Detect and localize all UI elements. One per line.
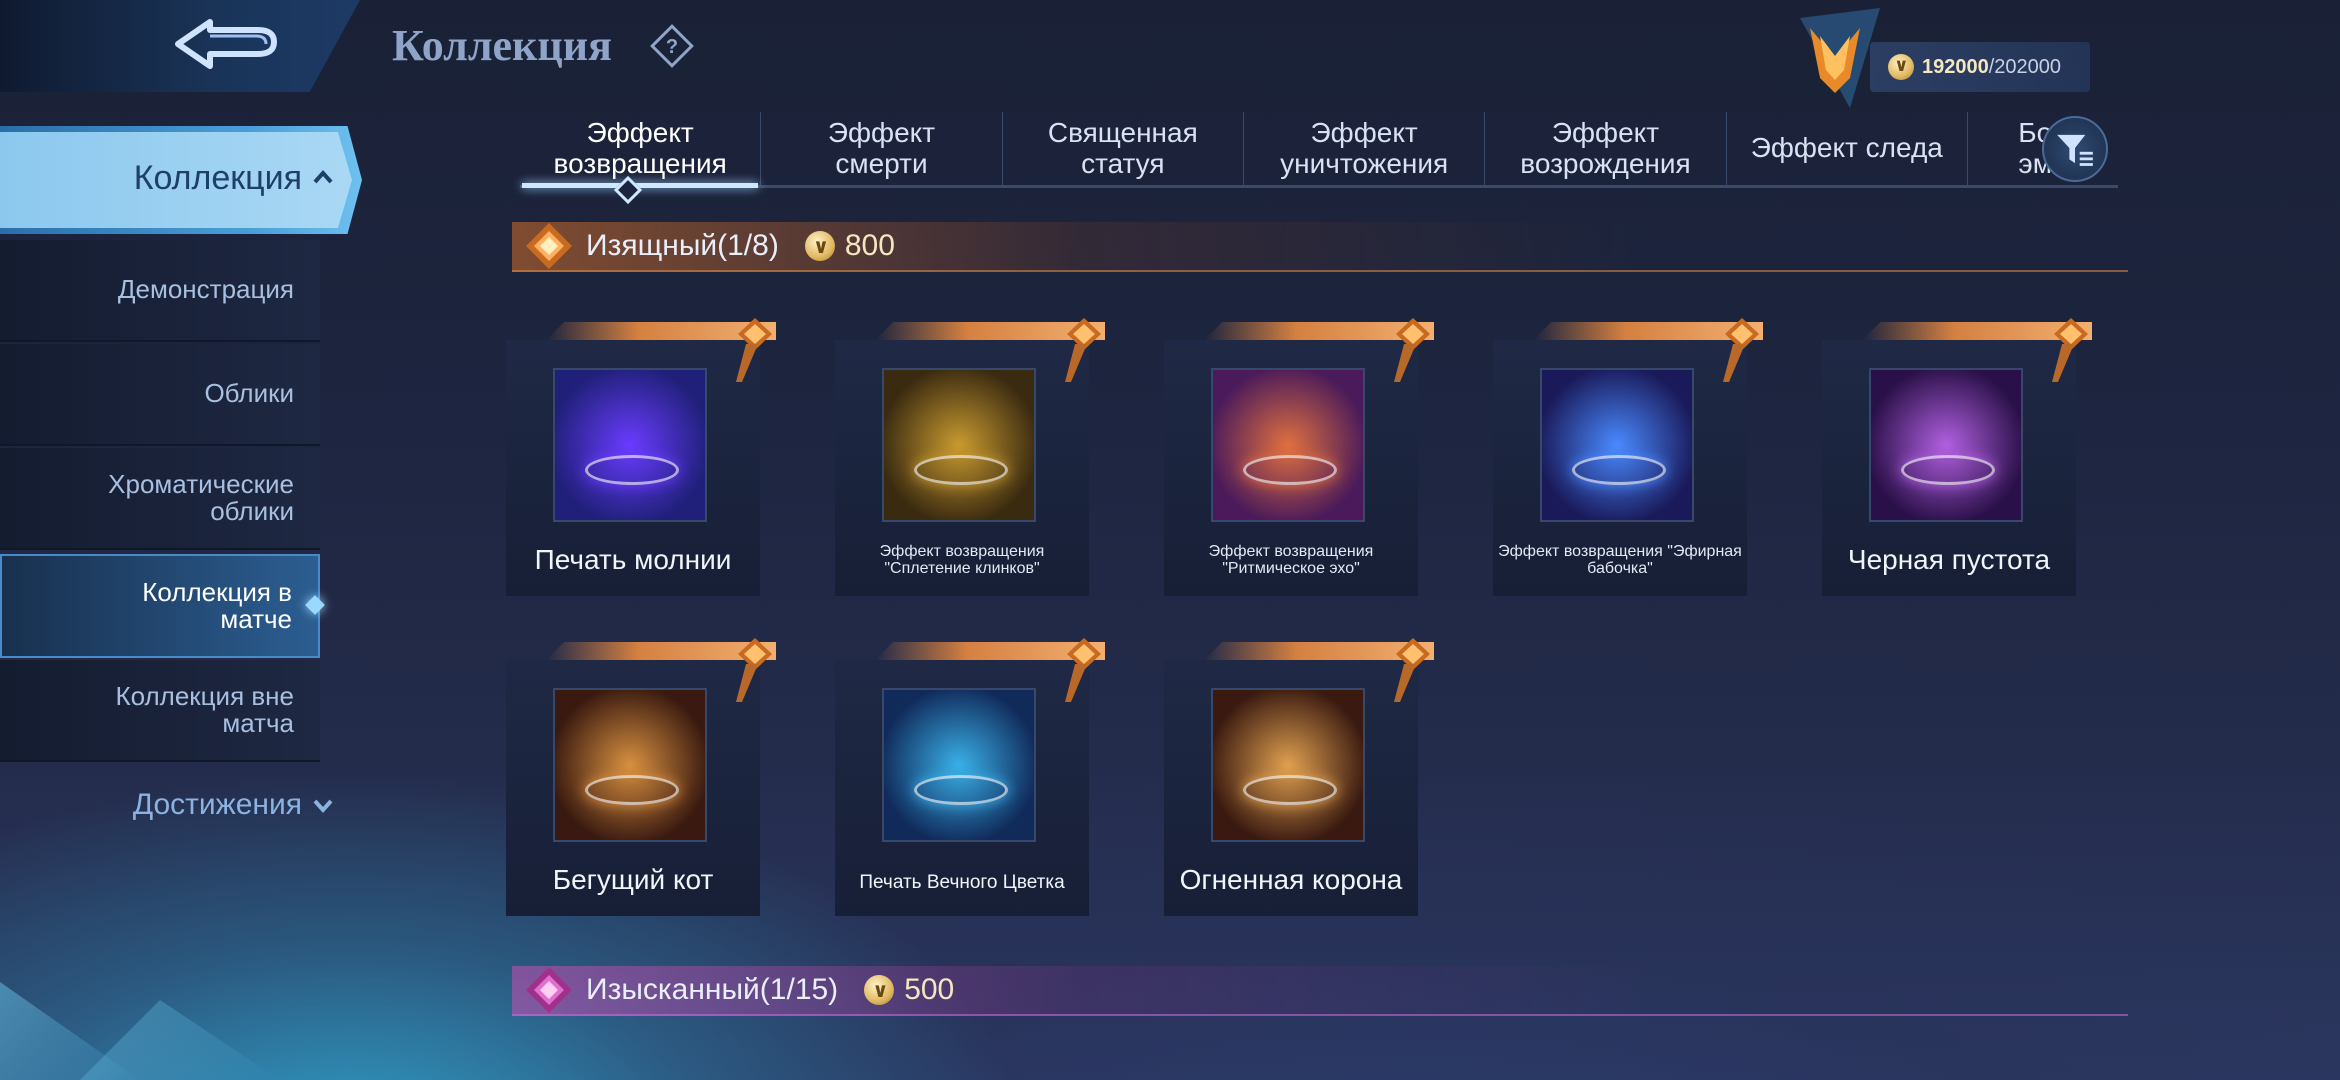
collection-coin-icon <box>1888 54 1914 80</box>
tab-respawn-effect[interactable]: Эффект возрождения <box>1485 112 1727 185</box>
effect-glow <box>1243 455 1337 485</box>
currency-max: /202000 <box>1988 55 2062 78</box>
sidebar-item-chromatic-skins[interactable]: Хроматические облики <box>0 448 320 550</box>
background-shard <box>80 1000 280 1080</box>
sidebar-group-collection-label[interactable]: Коллекция <box>0 150 334 206</box>
card-title: Печать молнии <box>534 544 732 575</box>
filter-funnel-icon <box>2057 134 2093 166</box>
filter-button[interactable] <box>2042 116 2108 182</box>
card-title: Черная пустота <box>1847 544 2051 575</box>
page-title: Коллекция <box>392 21 612 70</box>
effect-glow <box>585 455 679 485</box>
tab-elimination-effect[interactable]: Эффект уничтожения <box>1244 112 1486 185</box>
effect-thumbnail <box>882 688 1036 842</box>
tier-corner-icon <box>1394 638 1430 702</box>
effect-thumbnail <box>1540 368 1694 522</box>
sidebar-item-in-match-collection[interactable]: Коллекция в матче <box>0 554 320 658</box>
tier-corner-icon <box>1065 318 1101 382</box>
currency-value: 192000 <box>1922 55 1989 78</box>
effect-glow <box>1572 455 1666 485</box>
collection-card[interactable]: Печать молнии <box>506 318 776 596</box>
sidebar-group-achievements[interactable]: Достижения <box>0 788 334 822</box>
effect-glow <box>1901 455 1995 485</box>
section-header-refined: Изысканный(1/15) 500 <box>512 966 2128 1016</box>
section-price: 800 <box>804 229 895 263</box>
refined-tier-icon <box>526 967 572 1013</box>
tab-trail-effect[interactable]: Эффект следа <box>1727 112 1968 185</box>
card-title: Огненная корона <box>1179 864 1403 895</box>
tier-corner-icon <box>1394 318 1430 382</box>
card-title: Бегущий кот <box>552 864 714 895</box>
tier-corner-icon <box>1065 638 1101 702</box>
card-title: Эффект возвращения "Сплетение клинков" <box>879 543 1045 577</box>
effect-glow <box>1243 775 1337 805</box>
effect-thumbnail <box>553 368 707 522</box>
collection-card[interactable]: Бегущий кот <box>506 638 776 916</box>
collection-coin-icon <box>864 975 895 1005</box>
effect-glow <box>914 775 1008 805</box>
tab-return-effect[interactable]: Эффект возвращения <box>520 112 762 188</box>
effect-thumbnail <box>1211 688 1365 842</box>
effect-thumbnail <box>1211 368 1365 522</box>
sidebar-item-out-match-collection[interactable]: Коллекция вне матча <box>0 660 320 762</box>
card-title: Эффект возвращения "Эфирная бабочка" <box>1498 543 1742 577</box>
effect-glow <box>585 775 679 805</box>
collection-card[interactable]: Эффект возвращения "Сплетение клинков" <box>835 318 1105 596</box>
effect-thumbnail <box>553 688 707 842</box>
collection-card[interactable]: Печать Вечного Цветка <box>835 638 1105 916</box>
collection-card[interactable]: Эффект возвращения "Ритмическое эхо" <box>1164 318 1434 596</box>
card-title: Эффект возвращения "Ритмическое эхо" <box>1208 543 1374 577</box>
sidebar-item-demonstration[interactable]: Демонстрация <box>0 240 320 342</box>
effect-thumbnail <box>882 368 1036 522</box>
tier-corner-icon <box>736 318 772 382</box>
tab-sacred-statue[interactable]: Священная статуя <box>1003 112 1244 185</box>
sidebar-item-skins[interactable]: Облики <box>0 344 320 446</box>
card-title: Печать Вечного Цветка <box>859 872 1065 893</box>
chevron-down-icon <box>313 799 333 814</box>
svg-text:?: ? <box>666 36 678 58</box>
section-header-elegant: Изящный(1/8) 800 <box>512 222 2128 272</box>
currency-display: 192000 /202000 <box>1870 42 2090 92</box>
tier-corner-icon <box>2052 318 2088 382</box>
chevron-up-icon <box>313 169 333 184</box>
section-price: 500 <box>864 973 954 1007</box>
back-arrow-icon[interactable] <box>170 14 290 78</box>
collection-card[interactable]: Черная пустота <box>1822 318 2092 596</box>
question-diamond-icon[interactable]: ? <box>648 22 696 70</box>
tab-death-effect[interactable]: Эффект смерти <box>761 112 1003 185</box>
effect-tabs: Эффект возвращения Эффект смерти Священн… <box>520 112 2118 188</box>
tier-corner-icon <box>736 638 772 702</box>
effect-thumbnail <box>1869 368 2023 522</box>
effect-glow <box>914 455 1008 485</box>
collection-card[interactable]: Эффект возвращения "Эфирная бабочка" <box>1493 318 1763 596</box>
collection-card[interactable]: Огненная корона <box>1164 638 1434 916</box>
elegant-tier-icon <box>526 223 572 269</box>
tier-corner-icon <box>1723 318 1759 382</box>
collection-coin-icon <box>804 231 835 261</box>
